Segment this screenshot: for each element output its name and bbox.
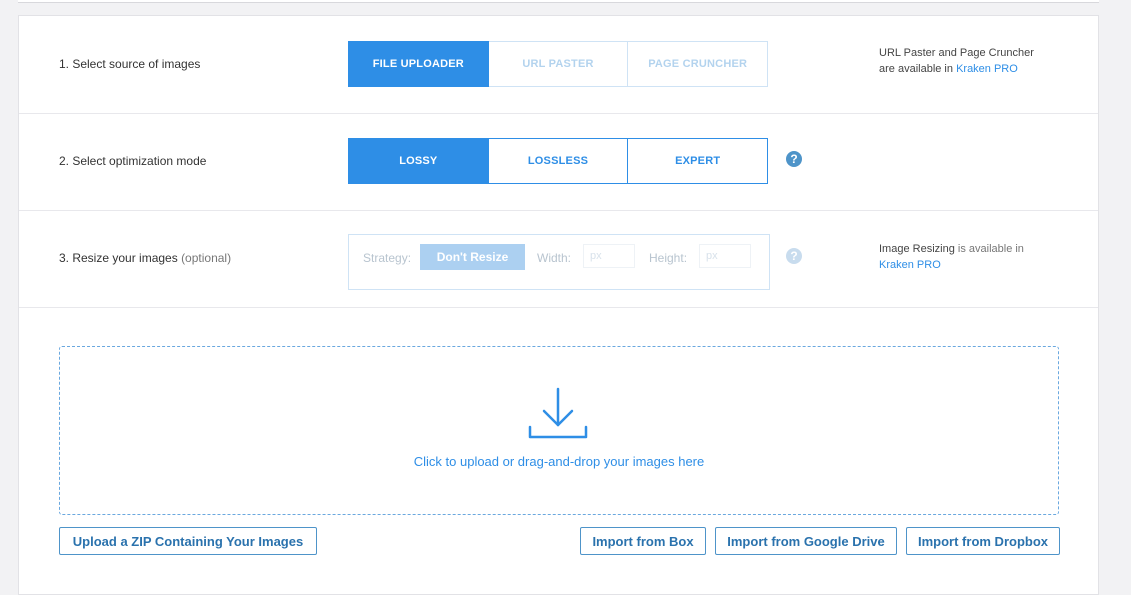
resize-row: 3. Resize your images (optional) Strateg… [19, 210, 1098, 308]
height-label: Height: [649, 251, 688, 265]
lossless-tab[interactable]: LOSSLESS [487, 139, 628, 183]
top-strip [18, 0, 1099, 3]
kraken-pro-link[interactable]: Kraken PRO [956, 63, 1018, 75]
resize-label: 3. Resize your images (optional) [59, 251, 231, 265]
height-input[interactable]: px [699, 244, 751, 268]
strategy-select[interactable]: Don't Resize [420, 244, 525, 270]
source-note-line2: are available in Kraken PRO [879, 61, 1034, 77]
resize-help-icon[interactable]: ? [786, 248, 802, 264]
lossy-tab[interactable]: LOSSY [349, 139, 488, 183]
resize-label-text: 3. Resize your images [59, 251, 178, 265]
resize-note: Image Resizing is available in Kraken PR… [879, 241, 1024, 273]
source-label: 1. Select source of images [59, 57, 201, 71]
import-dropbox-button[interactable]: Import from Dropbox [906, 527, 1060, 555]
import-box-button[interactable]: Import from Box [580, 527, 706, 555]
file-uploader-tab[interactable]: FILE UPLOADER [348, 41, 489, 87]
resize-controls: Strategy: Don't Resize Width: px Height:… [348, 234, 770, 290]
url-paster-tab[interactable]: URL PASTER [488, 41, 629, 87]
source-note: URL Paster and Page Cruncher are availab… [879, 45, 1034, 77]
mode-selector: LOSSY LOSSLESS EXPERT [348, 138, 768, 184]
download-arrow-icon [528, 387, 588, 439]
source-note-line1: URL Paster and Page Cruncher [879, 47, 1034, 59]
expert-tab[interactable]: EXPERT [627, 139, 768, 183]
resize-note-line1: Image Resizing is available in [879, 241, 1024, 257]
mode-help-icon[interactable]: ? [786, 151, 802, 167]
resize-label-optional: (optional) [181, 251, 232, 265]
import-gdrive-button[interactable]: Import from Google Drive [715, 527, 897, 555]
kraken-pro-link-2[interactable]: Kraken PRO [879, 257, 1024, 273]
dropzone-text: Click to upload or drag-and-drop your im… [413, 454, 705, 469]
source-note-prefix: are available in [879, 63, 953, 75]
upload-zip-button[interactable]: Upload a ZIP Containing Your Images [59, 527, 317, 555]
strategy-label: Strategy: [363, 251, 412, 265]
width-label: Width: [537, 251, 572, 265]
width-input[interactable]: px [583, 244, 635, 268]
upload-dropzone[interactable]: Click to upload or drag-and-drop your im… [59, 346, 1059, 515]
source-row: 1. Select source of images FILE UPLOADER… [19, 16, 1098, 114]
mode-row: 2. Select optimization mode LOSSY LOSSLE… [19, 113, 1098, 211]
resize-note-bold: Image Resizing [879, 243, 955, 255]
source-selector: FILE UPLOADER URL PASTER PAGE CRUNCHER [348, 41, 769, 87]
mode-label: 2. Select optimization mode [59, 154, 207, 168]
page-cruncher-tab[interactable]: PAGE CRUNCHER [628, 41, 769, 87]
optimizer-panel: 1. Select source of images FILE UPLOADER… [18, 15, 1099, 595]
resize-note-rest: is available in [957, 243, 1024, 255]
